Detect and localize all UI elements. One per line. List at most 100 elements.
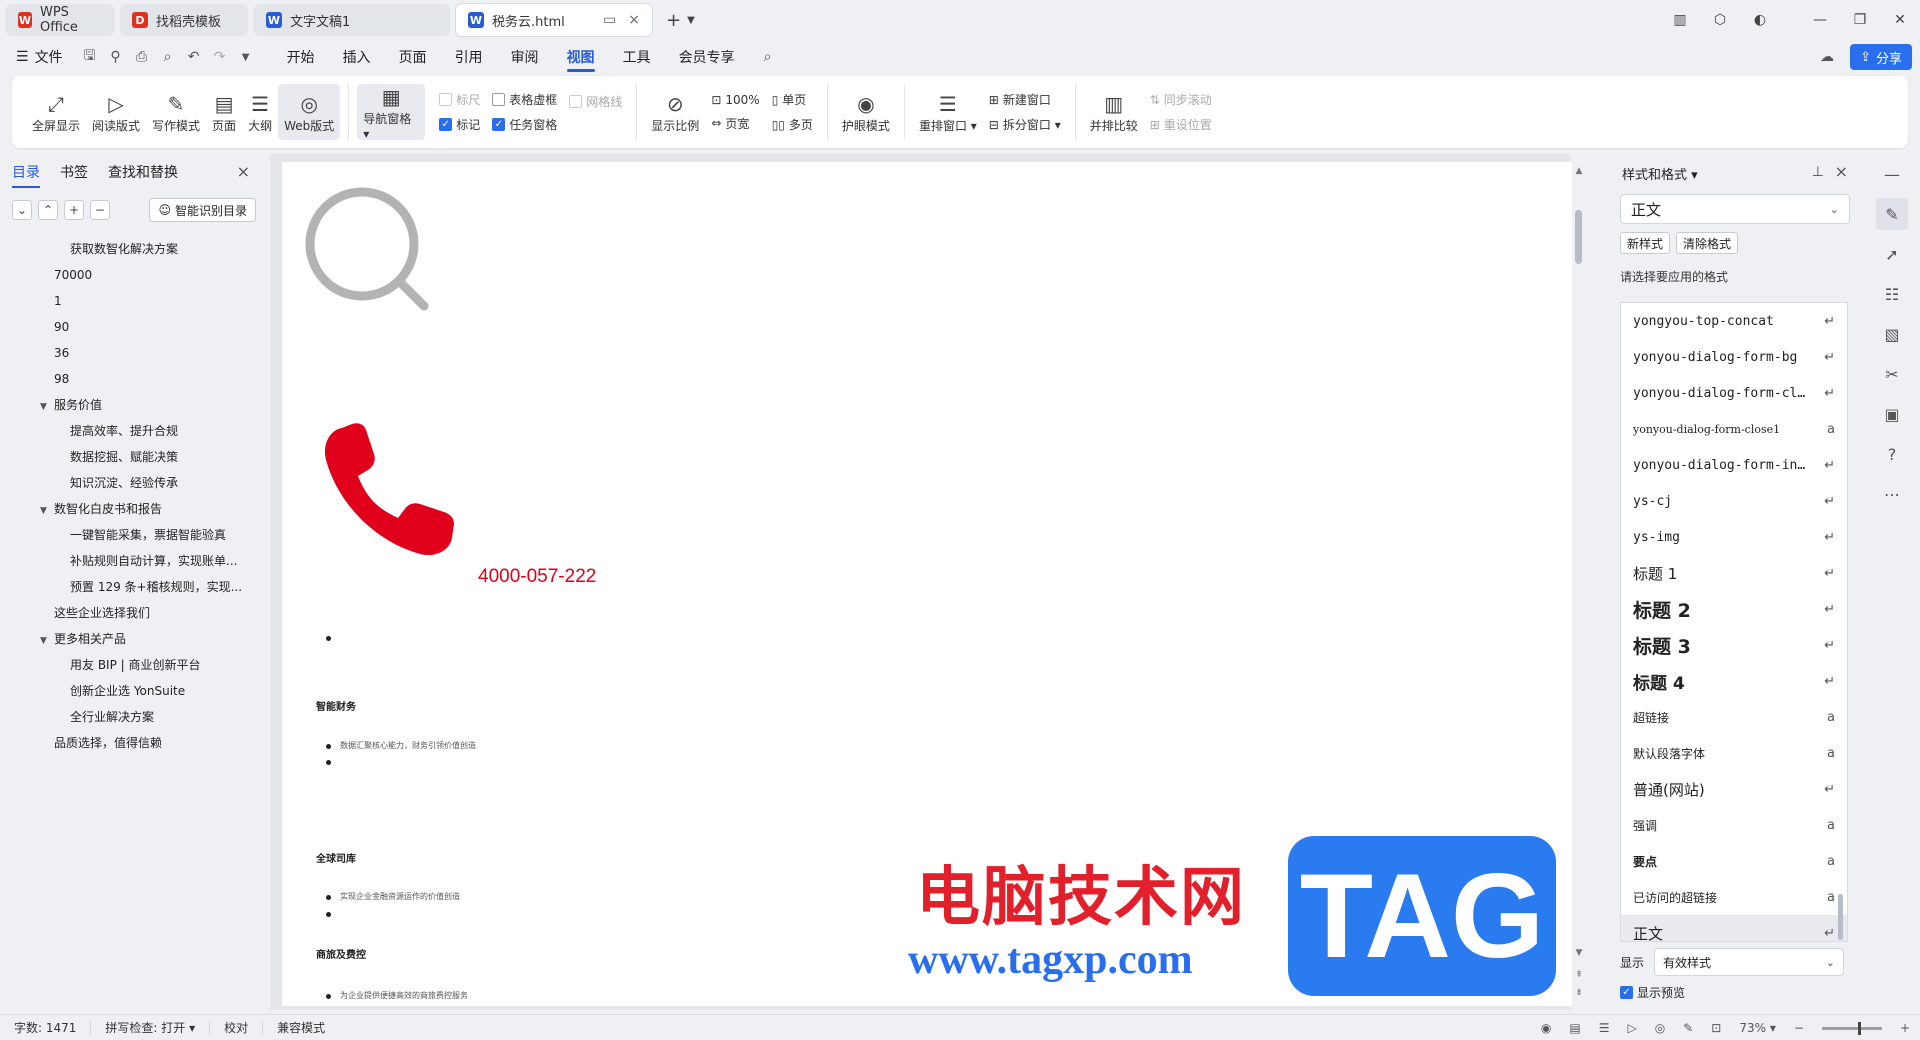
more-quick-icon[interactable]: ▼ bbox=[233, 52, 259, 63]
undo-icon[interactable]: ↶ bbox=[181, 49, 207, 65]
toc-item[interactable]: 98 bbox=[0, 366, 268, 392]
tab-shuiwuyun-html[interactable]: W 税务云.html ▭ × bbox=[456, 4, 652, 36]
toc-item[interactable]: 70000 bbox=[0, 262, 268, 288]
page-view-button[interactable]: ▤ 页面 bbox=[206, 84, 242, 140]
zoom-100-button[interactable]: ⊡ 100% bbox=[711, 93, 759, 107]
zoom-level[interactable]: 73% ▾ bbox=[1739, 1021, 1776, 1035]
menu-tools[interactable]: 工具 bbox=[609, 40, 665, 74]
new-window-button[interactable]: ⊞ 新建窗口 bbox=[989, 91, 1061, 108]
style-item[interactable]: yonyou-dialog-form-close1 a bbox=[1621, 411, 1847, 447]
single-page-button[interactable]: ▯ 单页 bbox=[772, 91, 813, 108]
avatar[interactable]: ◐ bbox=[1740, 12, 1780, 28]
tab-bookmarks[interactable]: 书签 bbox=[60, 162, 88, 182]
new-tab-icon[interactable]: + bbox=[666, 10, 681, 31]
style-item[interactable]: yonyou-dialog-form-input ↵ bbox=[1621, 447, 1847, 483]
menu-page[interactable]: 页面 bbox=[385, 40, 441, 74]
sync-scroll-button[interactable]: ⇅ 同步滚动 bbox=[1150, 91, 1212, 108]
multi-page-button[interactable]: ▯▯ 多页 bbox=[772, 116, 813, 133]
help-icon[interactable]: ? bbox=[1876, 438, 1908, 470]
menu-references[interactable]: 引用 bbox=[441, 40, 497, 74]
monitor-icon[interactable]: ▭ bbox=[603, 12, 616, 28]
toc-item[interactable]: 90 bbox=[0, 314, 268, 340]
redo-icon[interactable]: ↷ bbox=[207, 49, 233, 65]
close-icon[interactable]: × bbox=[237, 162, 250, 181]
tab-wps-office[interactable]: W WPS Office bbox=[6, 4, 114, 36]
nav-pane-button[interactable]: ▦ 导航窗格 ▾ bbox=[357, 84, 426, 141]
arrange-windows-button[interactable]: ☰ 重排窗口 ▾ bbox=[913, 84, 983, 140]
style-item[interactable]: 超链接 a bbox=[1621, 699, 1847, 735]
toc-item[interactable]: ▼ 服务价值 bbox=[0, 392, 268, 418]
style-item[interactable]: yonyou-dialog-form-close ↵ bbox=[1621, 375, 1847, 411]
split-window-button[interactable]: ⊟ 拆分窗口 ▾ bbox=[989, 116, 1061, 133]
preview-checkbox[interactable]: ✓ 显示预览 bbox=[1620, 984, 1685, 1001]
style-item[interactable]: 标题 2 ↵ bbox=[1621, 591, 1847, 627]
fit-icon[interactable]: ⊡ bbox=[1711, 1021, 1721, 1035]
play-icon[interactable]: ▷ bbox=[1628, 1021, 1637, 1035]
link-icon[interactable]: ⚲ bbox=[103, 49, 129, 65]
print-icon[interactable]: ⎙ bbox=[129, 49, 155, 65]
reset-position-button[interactable]: ⊞ 重设位置 bbox=[1150, 116, 1212, 133]
menu-review[interactable]: 审阅 bbox=[497, 40, 553, 74]
outline-view-icon[interactable]: ☰ bbox=[1599, 1021, 1610, 1035]
style-item[interactable]: 默认段落字体 a bbox=[1621, 735, 1847, 771]
clear-format-button[interactable]: 清除格式 bbox=[1676, 232, 1739, 254]
style-item[interactable]: 标题 3 ↵ bbox=[1621, 627, 1847, 663]
toc-item[interactable]: 提高效率、提升合规 bbox=[0, 418, 268, 444]
reading-layout-button[interactable]: ▷ 阅读版式 bbox=[86, 84, 146, 140]
restore-icon[interactable]: ❐ bbox=[1840, 12, 1880, 28]
tools-icon[interactable]: ✂ bbox=[1876, 358, 1908, 390]
print-preview-icon[interactable]: ⌕ bbox=[155, 49, 181, 65]
style-item[interactable]: yongyou-top-concat ↵ bbox=[1621, 303, 1847, 339]
proofread-button[interactable]: 校对 bbox=[210, 1020, 264, 1035]
scroll-down-icon[interactable]: ▼ bbox=[1572, 948, 1586, 958]
toc-item[interactable]: 36 bbox=[0, 340, 268, 366]
side-by-side-button[interactable]: ▥ 并排比较 bbox=[1084, 84, 1144, 140]
more-icon[interactable]: ⋯ bbox=[1876, 478, 1908, 510]
zoom-button[interactable]: ⊘ 显示比例 bbox=[645, 84, 705, 140]
menu-member[interactable]: 会员专享 bbox=[665, 40, 749, 74]
writing-mode-button[interactable]: ✎ 写作模式 bbox=[146, 84, 206, 140]
style-item[interactable]: 正文 ↵ bbox=[1621, 915, 1847, 941]
caret-down-icon[interactable]: ▼ bbox=[40, 394, 54, 418]
save-icon[interactable]: 🖫 bbox=[77, 45, 103, 69]
search-icon[interactable]: ⌕ bbox=[755, 49, 781, 65]
toc-item[interactable]: ▼ 数智化白皮书和报告 bbox=[0, 496, 268, 522]
table-grid-checkbox[interactable]: 表格虚框 bbox=[492, 91, 557, 108]
style-item[interactable]: yonyou-dialog-form-bg ↵ bbox=[1621, 339, 1847, 375]
sliders-icon[interactable]: ☷ bbox=[1876, 278, 1908, 310]
style-pen-icon[interactable]: ✎ bbox=[1876, 198, 1908, 230]
globe-icon[interactable]: ◎ bbox=[1655, 1021, 1665, 1035]
fullscreen-button[interactable]: ⤢ 全屏显示 bbox=[26, 84, 86, 140]
style-item[interactable]: ys-cj ↵ bbox=[1621, 483, 1847, 519]
page-down-icon[interactable]: ⇟ bbox=[1572, 988, 1586, 998]
caret-down-icon[interactable]: ▼ bbox=[40, 498, 54, 522]
share-button[interactable]: ⇪ 分享 bbox=[1850, 44, 1912, 70]
minus-icon[interactable]: − bbox=[90, 200, 110, 220]
minimize-icon[interactable]: — bbox=[1800, 12, 1840, 28]
toc-item[interactable]: 品质选择，值得信赖 bbox=[0, 730, 268, 756]
current-style-select[interactable]: 正文 ⌄ bbox=[1620, 194, 1850, 224]
style-item[interactable]: ys-img ↵ bbox=[1621, 519, 1847, 555]
toc-item[interactable]: 获取数智化解决方案 bbox=[0, 236, 268, 262]
menu-start[interactable]: 开始 bbox=[273, 40, 329, 74]
zoom-out-icon[interactable]: − bbox=[1794, 1021, 1804, 1035]
image-edit-icon[interactable]: ▧ bbox=[1876, 318, 1908, 350]
spell-check-status[interactable]: 拼写检查: 打开 ▾ bbox=[91, 1020, 211, 1035]
taskpane-checkbox[interactable]: ✓ 任务窗格 bbox=[492, 116, 557, 133]
caret-down-icon[interactable]: ▼ bbox=[40, 628, 54, 652]
menu-insert[interactable]: 插入 bbox=[329, 40, 385, 74]
web-layout-button[interactable]: ◎ Web版式 bbox=[278, 84, 341, 140]
toc-item[interactable]: 数据挖掘、赋能决策 bbox=[0, 444, 268, 470]
smart-toc-button[interactable]: ☺ 智能识别目录 bbox=[149, 198, 256, 222]
toc-item[interactable]: 一键智能采集，票据智能验真 bbox=[0, 522, 268, 548]
zoom-in-icon[interactable]: + bbox=[1900, 1021, 1910, 1035]
book-icon[interactable]: ▣ bbox=[1876, 398, 1908, 430]
gridlines-checkbox[interactable]: 网格线 bbox=[569, 93, 622, 110]
toc-item[interactable]: 预置 129 条+稽核规则，实现... bbox=[0, 574, 268, 600]
zoom-slider[interactable] bbox=[1821, 1021, 1882, 1035]
select-cursor-icon[interactable]: ➚ bbox=[1876, 238, 1908, 270]
cloud-icon[interactable]: ☁ bbox=[1814, 49, 1840, 65]
marks-checkbox[interactable]: ✓ 标记 bbox=[439, 116, 480, 133]
toc-item[interactable]: 补贴规则自动计算，实现账单... bbox=[0, 548, 268, 574]
close-tab-icon[interactable]: × bbox=[628, 12, 640, 28]
